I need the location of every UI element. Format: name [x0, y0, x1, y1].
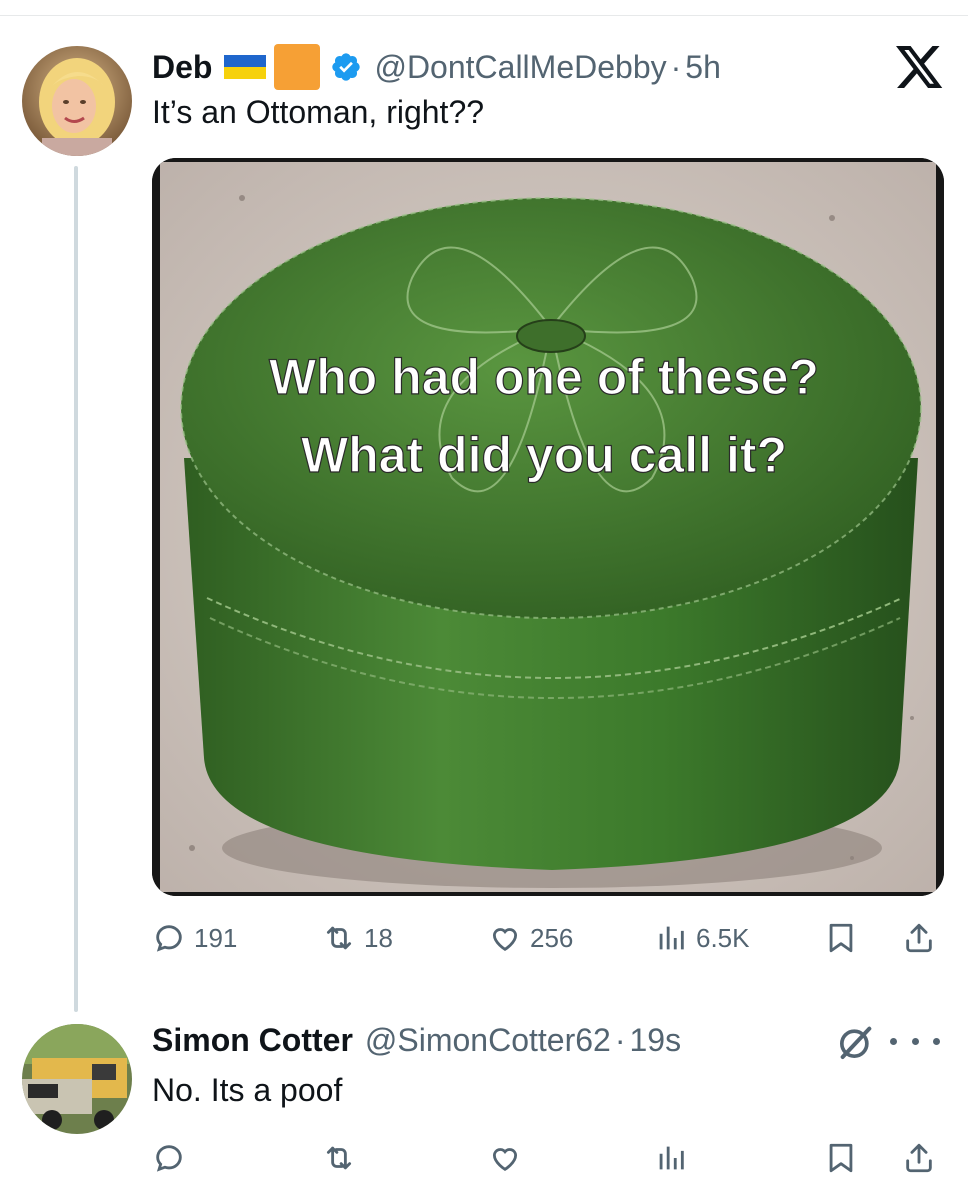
grok-icon[interactable] [836, 1022, 876, 1062]
x-logo-icon[interactable] [896, 46, 944, 90]
tweet-image[interactable]: Who had one of these? What did you call … [152, 158, 944, 896]
tweet-actions: 191 18 256 6.5K [152, 914, 948, 962]
image-caption-line1: Who had one of these? [269, 349, 819, 405]
heart-icon [492, 1148, 518, 1171]
reply-bookmark-button[interactable] [824, 1134, 858, 1182]
avatar-deb[interactable] [22, 46, 132, 156]
tweet-text: It’s an Ottoman, right?? [152, 94, 485, 130]
reply-time[interactable]: 19s [629, 1022, 681, 1059]
repost-count: 18 [364, 922, 393, 953]
views-button[interactable]: 6.5K [654, 914, 750, 962]
ukraine-flag-icon [224, 53, 267, 81]
more-icon[interactable] [890, 1026, 940, 1056]
share-icon [906, 923, 932, 953]
reply-views-button[interactable] [654, 1134, 688, 1182]
reply-share-button[interactable] [902, 1134, 936, 1182]
reply-separator-dot: · [614, 1022, 626, 1058]
reply-icon [156, 1145, 182, 1172]
views-icon [659, 1146, 684, 1170]
ottoman-photo: Who had one of these? What did you call … [152, 158, 944, 896]
share-button[interactable] [902, 914, 936, 962]
avatar-simon-image [22, 1024, 132, 1134]
reply-repost-button[interactable] [322, 1134, 356, 1182]
tweet-time[interactable]: 5h [685, 49, 721, 86]
reply-author-handle[interactable]: @SimonCotter62 [365, 1022, 611, 1059]
heart-icon [492, 928, 518, 951]
repost-button[interactable]: 18 [322, 914, 393, 962]
bookmark-button[interactable] [824, 914, 858, 962]
bookmark-icon [829, 923, 853, 953]
author-name[interactable]: Deb [152, 49, 212, 86]
reply-text: No. Its a poof [152, 1072, 343, 1108]
author-handle[interactable]: @DontCallMeDebby [374, 49, 666, 86]
share-icon [906, 1143, 932, 1173]
reply-reply-button[interactable] [152, 1134, 186, 1182]
tweet-header: Deb @DontCallMeDebby · 5h [152, 44, 721, 90]
repost-icon [326, 926, 352, 950]
views-count: 6.5K [696, 922, 750, 953]
repost-icon [326, 1146, 352, 1170]
reply-author-name[interactable]: Simon Cotter [152, 1022, 353, 1059]
reply-count: 191 [194, 922, 238, 953]
views-icon [659, 926, 684, 950]
like-count: 256 [530, 922, 574, 953]
reply-icon [156, 925, 182, 952]
bookmark-icon [829, 1143, 853, 1173]
top-divider [0, 15, 968, 16]
reply-like-button[interactable] [488, 1134, 522, 1182]
image-caption-line2: What did you call it? [301, 427, 787, 483]
reply-actions [152, 1134, 948, 1182]
avatar-deb-image [22, 46, 132, 156]
reply-button[interactable]: 191 [152, 914, 237, 962]
orange-square-icon [274, 44, 321, 90]
separator-dot: · [670, 48, 682, 85]
like-button[interactable]: 256 [488, 914, 573, 962]
avatar-simon[interactable] [22, 1024, 132, 1134]
verified-badge-icon [330, 51, 362, 83]
reply-header: Simon Cotter @SimonCotter62 · 19s [152, 1022, 681, 1059]
thread-connector-line [74, 166, 78, 1012]
